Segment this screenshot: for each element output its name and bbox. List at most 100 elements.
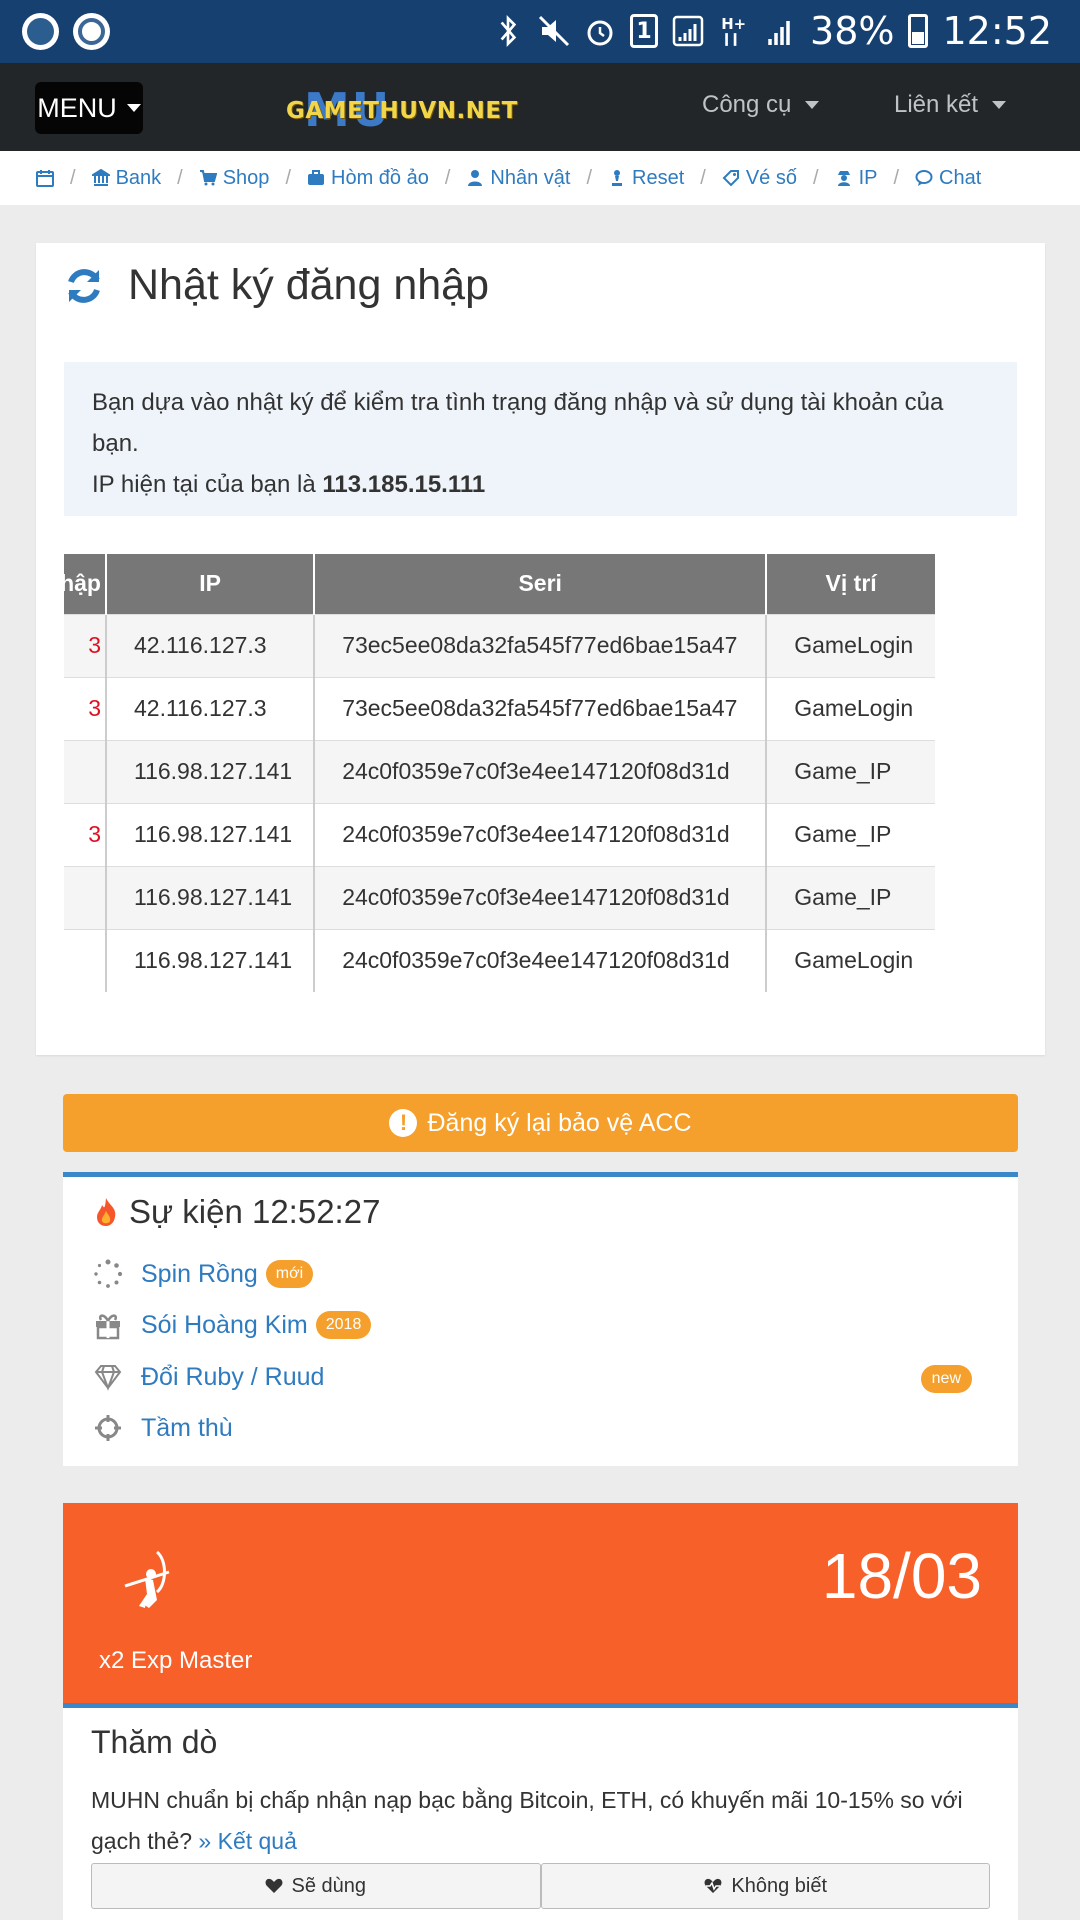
reregister-protection-button[interactable]: ! Đăng ký lại bảo vệ ACC bbox=[63, 1094, 1018, 1152]
cell-login bbox=[64, 739, 107, 803]
alarm-icon bbox=[587, 20, 613, 46]
promo-date: 18/03 bbox=[821, 1540, 982, 1612]
info-ip-line: IP hiện tại của bạn là 113.185.15.111 bbox=[92, 464, 989, 505]
poll-option-will-use[interactable]: Sẽ dùng bbox=[91, 1863, 541, 1909]
tools-label: Công cụ bbox=[702, 91, 792, 118]
login-table-scroll[interactable]: nhập IP Seri Vị trí 3 42.116.127.3 73ec5… bbox=[64, 554, 1017, 994]
events-title: Sự kiện 12:52:27 bbox=[93, 1193, 380, 1231]
new-badge: new bbox=[920, 1365, 972, 1393]
table-row: 3 42.116.127.3 73ec5ee08da32fa545f77ed6b… bbox=[64, 613, 935, 677]
event-label: Sói Hoàng Kim bbox=[141, 1310, 308, 1339]
status-bar: 1 H+ 38% 12:52 bbox=[0, 0, 1080, 63]
cell-ip: 116.98.127.141 bbox=[106, 928, 316, 992]
promo-subtitle: x2 Exp Master bbox=[99, 1647, 253, 1674]
breadcrumb-label: Vé số bbox=[745, 166, 797, 189]
user-secret-icon bbox=[837, 171, 850, 186]
event-item-spin-rong[interactable]: Spin Rồng mới bbox=[93, 1259, 314, 1289]
refresh-icon[interactable] bbox=[64, 266, 104, 306]
cell-seri: 24c0f0359e7c0f3e4ee147120f08d31d bbox=[314, 802, 768, 866]
breadcrumb-separator: / bbox=[700, 166, 706, 189]
breadcrumb-chat[interactable]: Chat bbox=[915, 167, 981, 190]
column-header-login: nhập bbox=[64, 554, 107, 614]
event-item-tam-thu[interactable]: Tầm thù bbox=[93, 1413, 233, 1443]
briefcase-icon bbox=[308, 170, 324, 185]
event-label: Đổi Ruby / Ruud bbox=[141, 1362, 325, 1391]
event-label: Spin Rồng bbox=[141, 1259, 258, 1288]
info-text: Bạn dựa vào nhật ký để kiểm tra tình trạ… bbox=[92, 389, 944, 457]
breadcrumb-reset[interactable]: Reset bbox=[608, 167, 684, 190]
event-item-doi-ruby[interactable]: Đổi Ruby / Ruud bbox=[93, 1362, 324, 1392]
site-logo[interactable]: MU GAMETHUVN.NET bbox=[286, 83, 517, 137]
breadcrumb-separator: / bbox=[70, 166, 76, 189]
cart-icon bbox=[199, 170, 217, 186]
data-hplus-icon: H+ bbox=[721, 15, 746, 46]
gift-icon bbox=[96, 1314, 120, 1340]
column-header-seri: Seri bbox=[314, 554, 768, 614]
poll-option-label: Không biết bbox=[731, 1874, 828, 1897]
signal-icon bbox=[672, 15, 704, 47]
breadcrumb-label: Bank bbox=[115, 166, 162, 189]
table-row: 116.98.127.141 24c0f0359e7c0f3e4ee147120… bbox=[64, 739, 935, 803]
calendar-icon bbox=[36, 170, 54, 187]
table-row: 116.98.127.141 24c0f0359e7c0f3e4ee147120… bbox=[64, 865, 935, 929]
event-badge: 2018 bbox=[315, 1311, 372, 1339]
bluetooth-icon bbox=[500, 15, 517, 47]
login-log-panel: Nhật ký đăng nhập Bạn dựa vào nhật ký để… bbox=[36, 243, 1045, 1055]
breadcrumb-label: Hòm đồ ảo bbox=[331, 166, 429, 189]
svg-text:H+: H+ bbox=[721, 15, 746, 33]
notification-icons bbox=[22, 13, 110, 50]
chat-icon bbox=[915, 170, 933, 186]
breadcrumb-lottery[interactable]: Vé số bbox=[722, 167, 797, 190]
event-item-soi-hoang-kim[interactable]: Sói Hoàng Kim 2018 bbox=[93, 1310, 372, 1340]
cell-location: GameLogin bbox=[766, 928, 935, 992]
table-row: 116.98.127.141 24c0f0359e7c0f3e4ee147120… bbox=[64, 928, 935, 992]
poll-option-label: Sẽ dùng bbox=[291, 1874, 366, 1897]
breadcrumb-bank[interactable]: Bank bbox=[91, 166, 162, 190]
breadcrumb-separator: / bbox=[893, 166, 900, 189]
cell-ip: 116.98.127.141 bbox=[106, 865, 316, 929]
cell-location: Game_IP bbox=[766, 865, 935, 929]
breadcrumb-label: IP bbox=[858, 166, 878, 189]
info-alert: Bạn dựa vào nhật ký để kiểm tra tình trạ… bbox=[64, 362, 1017, 516]
cell-login: 3 bbox=[64, 613, 107, 677]
cell-login: 3 bbox=[64, 676, 107, 740]
app-notification-icon bbox=[22, 13, 59, 50]
links-dropdown[interactable]: Liên kết bbox=[894, 91, 1007, 119]
cell-seri: 24c0f0359e7c0f3e4ee147120f08d31d bbox=[314, 865, 768, 929]
exp-promo-card[interactable]: 18/03 x2 Exp Master bbox=[63, 1503, 1018, 1703]
cell-location: Game_IP bbox=[766, 802, 935, 866]
menu-label: MENU bbox=[37, 92, 117, 123]
poll-results-link[interactable]: » Kết quả bbox=[198, 1828, 296, 1854]
archer-icon bbox=[124, 1550, 170, 1608]
fire-icon bbox=[97, 1198, 116, 1226]
links-label: Liên kết bbox=[894, 91, 979, 118]
cell-ip: 42.116.127.3 bbox=[106, 613, 316, 677]
column-header-location: Vị trí bbox=[766, 554, 935, 614]
poll-option-dont-know[interactable]: Không biết bbox=[540, 1863, 990, 1909]
table-row: 3 116.98.127.141 24c0f0359e7c0f3e4ee1471… bbox=[64, 802, 935, 866]
breadcrumb-separator: / bbox=[813, 166, 819, 189]
caret-down-icon bbox=[992, 101, 1007, 109]
cell-ip: 116.98.127.141 bbox=[106, 739, 316, 803]
caret-down-icon bbox=[126, 104, 141, 112]
breadcrumb-ip[interactable]: IP bbox=[835, 166, 878, 190]
cell-seri: 24c0f0359e7c0f3e4ee147120f08d31d bbox=[314, 928, 768, 992]
events-panel: Sự kiện 12:52:27 Spin Rồng mới Sói Hoàng… bbox=[63, 1172, 1018, 1466]
table-header-row: nhập IP Seri Vị trí bbox=[64, 554, 935, 614]
breadcrumb-shop[interactable]: Shop bbox=[199, 167, 269, 190]
user-icon bbox=[468, 170, 483, 186]
cell-location: GameLogin bbox=[766, 613, 935, 677]
top-navbar: MENU MU GAMETHUVN.NET Công cụ Liên kết bbox=[0, 63, 1080, 151]
tools-dropdown[interactable]: Công cụ bbox=[702, 91, 820, 119]
crosshairs-icon bbox=[95, 1415, 121, 1441]
menu-button[interactable]: MENU bbox=[35, 82, 143, 134]
battery-icon bbox=[908, 14, 929, 48]
breadcrumb-character[interactable]: Nhân vật bbox=[466, 167, 570, 190]
breadcrumb-calendar[interactable] bbox=[36, 169, 54, 187]
reregister-label: Đăng ký lại bảo vệ ACC bbox=[427, 1108, 692, 1137]
cell-seri: 24c0f0359e7c0f3e4ee147120f08d31d bbox=[314, 739, 768, 803]
diamond-icon bbox=[94, 1365, 122, 1391]
breadcrumb-virtual-chest[interactable]: Hòm đồ ảo bbox=[307, 167, 429, 190]
events-title-text: Sự kiện 12:52:27 bbox=[129, 1193, 381, 1230]
exclamation-icon: ! bbox=[389, 1109, 418, 1137]
